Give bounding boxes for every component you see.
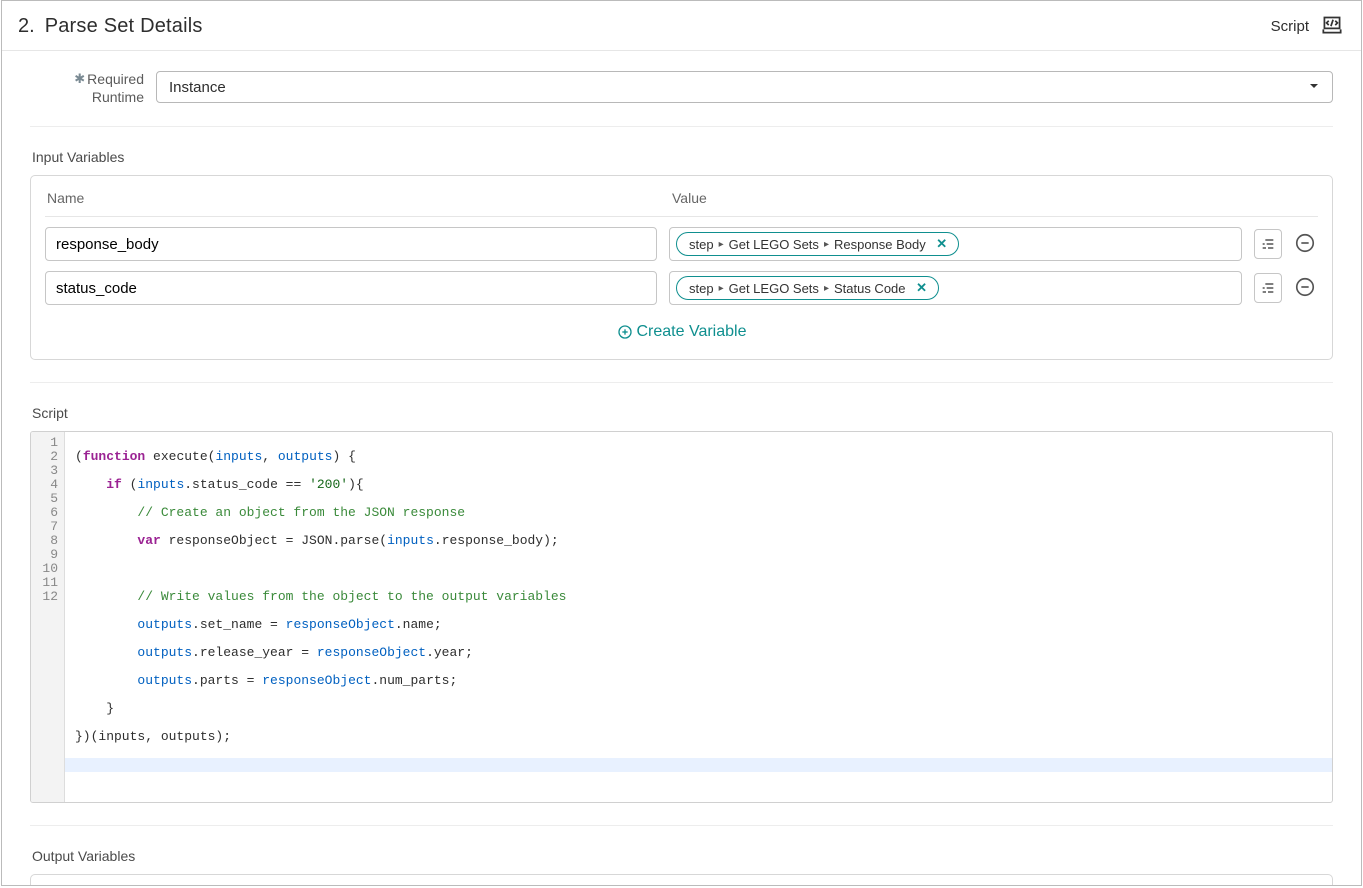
data-pill[interactable]: step▸ Get LEGO Sets▸ Response Body ✕ — [676, 232, 959, 256]
chevron-right-icon: ▸ — [719, 239, 724, 250]
input-variable-name-field[interactable] — [45, 271, 657, 305]
code-editor[interactable]: 123456789101112 (function execute(inputs… — [30, 431, 1333, 803]
runtime-select[interactable]: Instance — [156, 71, 1333, 103]
pill-remove-icon[interactable]: ✕ — [914, 280, 930, 296]
runtime-select-value: Instance — [169, 79, 226, 96]
chevron-right-icon: ▸ — [824, 283, 829, 294]
output-variables-panel: Label Name Type Mandatory ⋮⋮set_nameset_… — [30, 874, 1333, 886]
chevron-right-icon: ▸ — [719, 283, 724, 294]
chevron-right-icon: ▸ — [824, 239, 829, 250]
panel-title: Parse Set Details — [45, 15, 203, 38]
plus-circle-icon — [617, 324, 633, 340]
script-editor-icon[interactable] — [1319, 11, 1345, 42]
required-asterisk-icon: ✱ — [74, 71, 85, 86]
input-variables-title: Input Variables — [30, 127, 1333, 175]
editor-active-line — [65, 758, 1332, 772]
data-picker-button[interactable] — [1254, 229, 1282, 259]
code-gutter: 123456789101112 — [31, 432, 65, 802]
pill-remove-icon[interactable]: ✕ — [934, 236, 950, 252]
data-pill[interactable]: step▸ Get LEGO Sets▸ Status Code ✕ — [676, 276, 939, 300]
step-panel: 2. Parse Set Details Script ✱Required Ru… — [1, 0, 1362, 886]
panel-header: 2. Parse Set Details Script — [2, 1, 1361, 51]
input-variable-value-field[interactable]: step▸ Get LEGO Sets▸ Response Body ✕ — [669, 227, 1242, 261]
input-variable-name-field[interactable] — [45, 227, 657, 261]
script-section-title: Script — [30, 383, 1333, 431]
code-area[interactable]: (function execute(inputs, outputs) { if … — [65, 432, 1332, 802]
script-link[interactable]: Script — [1271, 18, 1309, 35]
remove-row-button[interactable] — [1294, 232, 1318, 256]
input-variable-row: step▸ Get LEGO Sets▸ Response Body ✕ — [45, 217, 1318, 261]
input-variable-value-field[interactable]: step▸ Get LEGO Sets▸ Status Code ✕ — [669, 271, 1242, 305]
data-picker-button[interactable] — [1254, 273, 1282, 303]
step-number: 2. — [18, 15, 35, 38]
output-variables-title: Output Variables — [30, 826, 1333, 874]
input-variables-panel: Name Value step▸ Get LEGO Sets▸ Response… — [30, 175, 1333, 360]
input-col-value: Value — [672, 190, 1316, 206]
required-runtime-row: ✱Required Runtime Instance — [30, 57, 1333, 127]
required-runtime-label: ✱Required Runtime — [30, 71, 156, 106]
chevron-down-icon — [1308, 79, 1320, 96]
create-input-variable-button[interactable]: Create Variable — [45, 305, 1318, 341]
remove-row-button[interactable] — [1294, 276, 1318, 300]
input-col-name: Name — [47, 190, 672, 206]
input-variable-row: step▸ Get LEGO Sets▸ Status Code ✕ — [45, 261, 1318, 305]
